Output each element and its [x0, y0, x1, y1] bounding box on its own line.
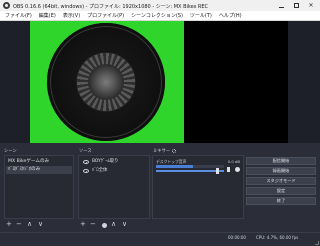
- minimize-button[interactable]: [274, 0, 288, 11]
- source-item[interactable]: ﾊﾞﾛ全体: [80, 167, 149, 175]
- menu-scene-collection[interactable]: シーンコレクション(S): [128, 12, 187, 19]
- audio-mixer-dock: デスクトップ音声 0.0 dB: [152, 155, 244, 219]
- dock-headers: シーン ソース ミキサー: [0, 147, 320, 154]
- green-screen-source: [30, 21, 184, 143]
- start-recording-button[interactable]: 録画開始: [246, 167, 316, 175]
- gear-icon[interactable]: [235, 167, 240, 172]
- status-bar: 00:00:00 CPU: 4.7%, 60.00 fps: [0, 232, 320, 246]
- move-source-up-button[interactable]: ∧: [111, 220, 116, 228]
- window-title: OBS 0.16.6 (64bit, windows) - プロファイル: 19…: [13, 3, 209, 10]
- speaker-icon[interactable]: [227, 167, 232, 172]
- volume-slider-track[interactable]: [156, 170, 224, 172]
- volume-slider-handle[interactable]: [215, 168, 219, 174]
- remove-source-button[interactable]: −: [90, 220, 96, 228]
- obs-logo-icon: [3, 2, 10, 9]
- scene-item-selected[interactable]: ﾊﾞﾛﾀﾞｽﾀｼﾞｵのみ: [6, 166, 72, 174]
- source-properties-gear-icon[interactable]: [102, 222, 107, 228]
- studio-mode-button[interactable]: スタジオモード: [246, 177, 316, 185]
- menu-tools[interactable]: ツール(T): [186, 12, 215, 19]
- controls-dock: 配信開始 録画開始 スタジオモード 設定 終了: [246, 155, 318, 219]
- start-streaming-button[interactable]: 配信開始: [246, 157, 316, 165]
- scenes-dock-title: シーン: [4, 149, 17, 154]
- menu-view[interactable]: 表示(V): [59, 12, 83, 19]
- move-source-down-button[interactable]: ∨: [122, 220, 127, 228]
- sources-dock: BOYｹﾞｰﾑ取り ﾊﾞﾛ全体: [78, 155, 150, 219]
- scenes-toolbar: + − ∧ ∨: [6, 220, 76, 229]
- volume-meter-level: [156, 165, 194, 168]
- settings-button[interactable]: 設定: [246, 187, 316, 195]
- session-time: 00:00:00: [228, 235, 246, 240]
- source-label: BOYｹﾞｰﾑ取り: [92, 159, 119, 164]
- preview-canvas[interactable]: [30, 21, 288, 143]
- sources-dock-title: ソース: [79, 149, 92, 154]
- menu-edit[interactable]: 編集(E): [35, 12, 59, 19]
- scenes-dock: MX Bikeゲームのみ ﾊﾞﾛﾀﾞｽﾀｼﾞｵのみ: [4, 155, 74, 219]
- visibility-eye-icon[interactable]: [83, 169, 89, 173]
- add-source-button[interactable]: +: [80, 220, 86, 228]
- preview-area[interactable]: [0, 21, 320, 143]
- mixer-dock-title: ミキサー: [153, 149, 171, 154]
- menu-bar: ファイル(F) 編集(E) 表示(V) プロファイル(P) シーンコレクション(…: [0, 11, 320, 21]
- menu-profile[interactable]: プロファイル(P): [84, 12, 128, 19]
- menu-file[interactable]: ファイル(F): [0, 12, 35, 19]
- maximize-icon: [293, 3, 299, 8]
- mixer-db-readout: 0.0 dB: [227, 159, 240, 164]
- resize-grip-icon[interactable]: [315, 241, 319, 245]
- visibility-eye-icon[interactable]: [83, 160, 89, 164]
- menu-help[interactable]: ヘルプ(H): [215, 12, 245, 19]
- scene-item[interactable]: MX Bikeゲームのみ: [6, 158, 72, 166]
- close-button[interactable]: ✕: [304, 0, 318, 11]
- minimize-icon: [278, 6, 284, 8]
- wheel-hub: [88, 64, 124, 100]
- wheel-image: [47, 23, 165, 141]
- exit-button[interactable]: 終了: [246, 197, 316, 205]
- maximize-button[interactable]: [289, 0, 303, 11]
- volume-meter: [156, 165, 224, 168]
- mixer-dock-title-wrap: ミキサー: [153, 148, 177, 154]
- add-scene-button[interactable]: +: [6, 220, 12, 228]
- source-label: ﾊﾞﾛ全体: [92, 168, 108, 173]
- cpu-fps-readout: CPU: 4.7%, 60.00 fps: [256, 235, 299, 240]
- sources-toolbar: + − ∧ ∨: [80, 220, 150, 229]
- window-titlebar: OBS 0.16.6 (64bit, windows) - プロファイル: 19…: [0, 0, 320, 11]
- mixer-settings-icon[interactable]: [172, 148, 177, 153]
- move-scene-down-button[interactable]: ∨: [38, 220, 43, 228]
- status-divider: [0, 232, 320, 233]
- move-scene-up-button[interactable]: ∧: [27, 220, 32, 228]
- source-item[interactable]: BOYｹﾞｰﾑ取り: [80, 158, 149, 166]
- close-icon: ✕: [308, 2, 314, 9]
- remove-scene-button[interactable]: −: [16, 220, 22, 228]
